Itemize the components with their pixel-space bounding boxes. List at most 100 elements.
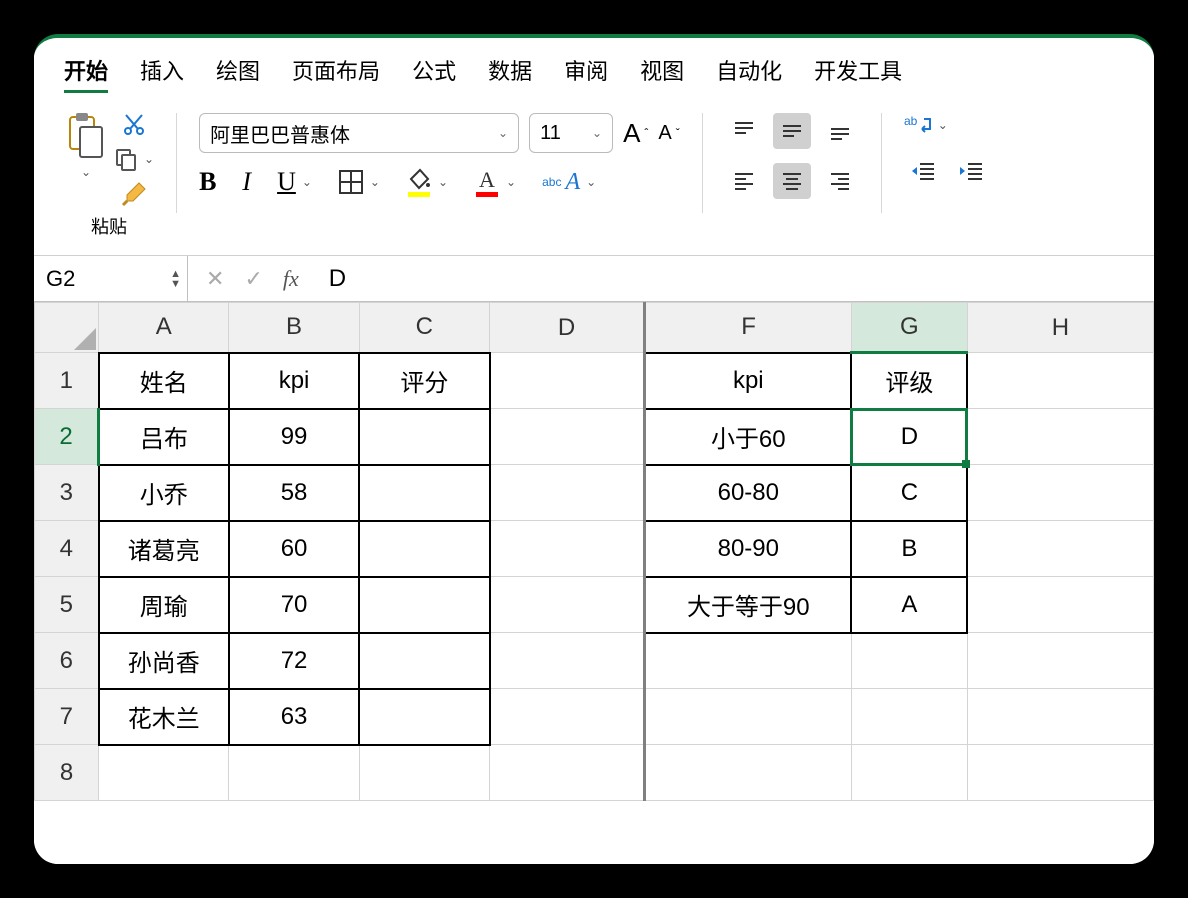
row-header-8[interactable]: 8	[35, 745, 99, 801]
row-header-4[interactable]: 4	[35, 521, 99, 577]
col-header-B[interactable]: B	[229, 303, 359, 353]
tab-page-layout[interactable]: 页面布局	[292, 54, 380, 93]
align-center-button[interactable]	[773, 163, 811, 199]
cancel-formula-button[interactable]: ✕	[206, 266, 224, 292]
cell-F4[interactable]: 80-90	[645, 521, 852, 577]
align-middle-button[interactable]	[773, 113, 811, 149]
tab-review[interactable]: 审阅	[564, 54, 608, 93]
col-header-C[interactable]: C	[359, 303, 489, 353]
cell-D3[interactable]	[490, 465, 645, 521]
cell-C1[interactable]: 评分	[359, 353, 489, 409]
tab-formulas[interactable]: 公式	[412, 54, 456, 93]
cell-F3[interactable]: 60-80	[645, 465, 852, 521]
tab-automation[interactable]: 自动化	[716, 54, 782, 93]
align-right-button[interactable]	[821, 163, 859, 199]
cell-B4[interactable]: 60	[229, 521, 359, 577]
cell-H2[interactable]	[967, 409, 1153, 465]
cell-G8[interactable]	[851, 745, 967, 801]
cell-B7[interactable]: 63	[229, 689, 359, 745]
cell-H7[interactable]	[967, 689, 1153, 745]
font-name-select[interactable]: 阿里巴巴普惠体 ⌄	[199, 113, 519, 153]
cell-B3[interactable]: 58	[229, 465, 359, 521]
cell-G7[interactable]	[851, 689, 967, 745]
underline-button[interactable]: U⌄	[277, 167, 312, 197]
tab-home[interactable]: 开始	[64, 54, 108, 93]
row-header-3[interactable]: 3	[35, 465, 99, 521]
cut-button[interactable]	[122, 113, 146, 137]
increase-indent-button[interactable]	[952, 153, 990, 189]
row-header-5[interactable]: 5	[35, 577, 99, 633]
cell-C7[interactable]	[359, 689, 489, 745]
cell-F5[interactable]: 大于等于90	[645, 577, 852, 633]
cell-H4[interactable]	[967, 521, 1153, 577]
cell-D5[interactable]	[490, 577, 645, 633]
cell-F7[interactable]	[645, 689, 852, 745]
formula-bar-input[interactable]: D	[317, 265, 1154, 293]
cell-C8[interactable]	[359, 745, 489, 801]
cell-F1[interactable]: kpi	[645, 353, 852, 409]
name-box-spinner[interactable]: ▲▼	[170, 269, 181, 289]
tab-data[interactable]: 数据	[488, 54, 532, 93]
cell-B2[interactable]: 99	[229, 409, 359, 465]
col-header-G[interactable]: G	[851, 303, 967, 353]
align-top-button[interactable]	[725, 113, 763, 149]
select-all-corner[interactable]	[35, 303, 99, 353]
cell-D1[interactable]	[490, 353, 645, 409]
cell-H3[interactable]	[967, 465, 1153, 521]
cell-A6[interactable]: 孙尚香	[99, 633, 229, 689]
name-box[interactable]: G2 ▲▼	[34, 256, 188, 301]
cell-A8[interactable]	[99, 745, 229, 801]
cell-D7[interactable]	[490, 689, 645, 745]
wrap-text-button[interactable]: ab ⌄	[904, 113, 948, 137]
tab-insert[interactable]: 插入	[140, 54, 184, 93]
cell-G5[interactable]: A	[851, 577, 967, 633]
row-header-1[interactable]: 1	[35, 353, 99, 409]
cell-A1[interactable]: 姓名	[99, 353, 229, 409]
cell-D2[interactable]	[490, 409, 645, 465]
cell-A7[interactable]: 花木兰	[99, 689, 229, 745]
cell-D4[interactable]	[490, 521, 645, 577]
row-header-2[interactable]: 2	[35, 409, 99, 465]
fx-icon[interactable]: fx	[283, 266, 299, 292]
cell-B8[interactable]	[229, 745, 359, 801]
cell-G3[interactable]: C	[851, 465, 967, 521]
accept-formula-button[interactable]: ✓	[244, 266, 262, 292]
phonetic-button[interactable]: abcA ⌄	[542, 169, 596, 196]
tab-developer[interactable]: 开发工具	[814, 54, 902, 93]
format-painter-button[interactable]	[121, 181, 147, 207]
cell-G6[interactable]	[851, 633, 967, 689]
borders-button[interactable]: ⌄	[338, 169, 380, 195]
copy-button[interactable]: ⌄	[114, 147, 154, 171]
align-bottom-button[interactable]	[821, 113, 859, 149]
cell-H8[interactable]	[967, 745, 1153, 801]
cell-C6[interactable]	[359, 633, 489, 689]
cell-B6[interactable]: 72	[229, 633, 359, 689]
col-header-F[interactable]: F	[645, 303, 852, 353]
col-header-D[interactable]: D	[490, 303, 645, 353]
cell-A5[interactable]: 周瑜	[99, 577, 229, 633]
font-color-button[interactable]: A ⌄	[474, 167, 516, 197]
cell-C3[interactable]	[359, 465, 489, 521]
cell-B5[interactable]: 70	[229, 577, 359, 633]
cell-C4[interactable]	[359, 521, 489, 577]
tab-draw[interactable]: 绘图	[216, 54, 260, 93]
cell-D6[interactable]	[490, 633, 645, 689]
decrease-font-button[interactable]: Aˇ	[658, 122, 679, 145]
col-header-A[interactable]: A	[99, 303, 229, 353]
spreadsheet-grid[interactable]: A B C D F G H 1 姓名 kpi 评分 kpi 评级	[34, 302, 1154, 864]
cell-D8[interactable]	[490, 745, 645, 801]
bold-button[interactable]: B	[199, 167, 216, 197]
cell-F8[interactable]	[645, 745, 852, 801]
fill-color-button[interactable]: ⌄	[406, 167, 448, 197]
cell-G4[interactable]: B	[851, 521, 967, 577]
cell-H6[interactable]	[967, 633, 1153, 689]
cell-B1[interactable]: kpi	[229, 353, 359, 409]
cell-G2[interactable]: D	[851, 409, 967, 465]
row-header-6[interactable]: 6	[35, 633, 99, 689]
cell-F6[interactable]	[645, 633, 852, 689]
paste-button[interactable]: ⌄	[64, 113, 106, 179]
cell-A4[interactable]: 诸葛亮	[99, 521, 229, 577]
col-header-H[interactable]: H	[967, 303, 1153, 353]
increase-font-button[interactable]: Aˆ	[623, 118, 648, 149]
cell-G1[interactable]: 评级	[851, 353, 967, 409]
